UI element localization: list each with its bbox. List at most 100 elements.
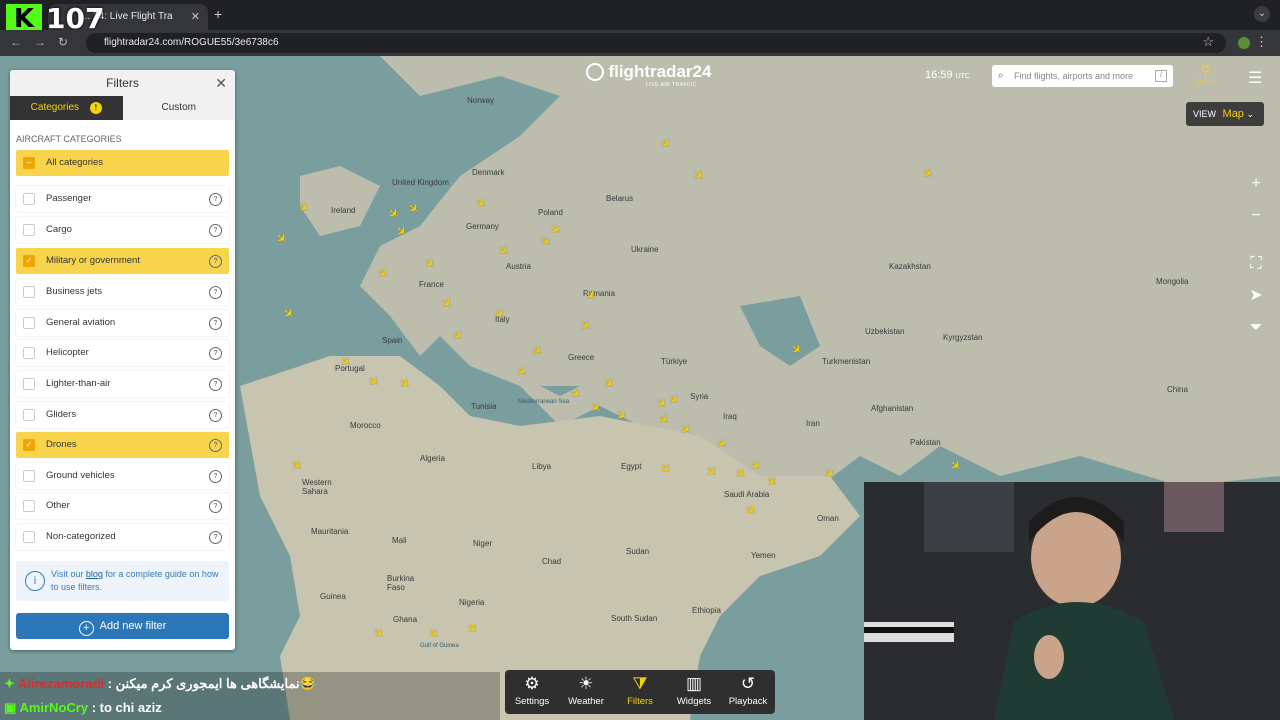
chat-message: ▣ AmirNoCry : to chi aziz xyxy=(0,696,500,720)
category-item[interactable]: Ground vehicles? xyxy=(16,463,229,489)
category-checkbox[interactable]: ✓ xyxy=(23,439,35,451)
category-label: Gliders xyxy=(46,409,77,420)
locate-icon[interactable]: ➤ xyxy=(1244,284,1268,308)
zoom-in-icon[interactable]: + xyxy=(1244,172,1268,196)
category-item[interactable]: General aviation? xyxy=(16,310,229,336)
category-checkbox[interactable] xyxy=(23,347,35,359)
category-checkbox[interactable]: – xyxy=(23,157,35,169)
category-item[interactable]: Cargo? xyxy=(16,217,229,243)
map-label: Ethiopia xyxy=(692,606,721,615)
toolbar-weather-button[interactable]: ☀ Weather xyxy=(559,670,613,714)
back-icon[interactable]: ← xyxy=(10,35,22,49)
category-item[interactable]: Gliders? xyxy=(16,402,229,428)
url-field[interactable]: flightradar24.com/ROGUE55/3e6738c6 xyxy=(86,33,1226,53)
map-label: Oman xyxy=(817,514,839,523)
help-icon[interactable]: ? xyxy=(209,286,222,299)
fr24-logo[interactable]: flightradar24 LIVE AIR TRAFFIC xyxy=(586,62,711,88)
filter-icon[interactable]: ⏷ xyxy=(1244,316,1268,340)
address-bar-row: ← → ↻ flightradar24.com/ROGUE55/3e6738c6… xyxy=(0,30,1280,56)
chat-username[interactable]: Alirezamoradi xyxy=(18,676,104,691)
map-label: Guinea xyxy=(320,592,346,601)
toolbar-settings-button[interactable]: ⚙ Settings xyxy=(505,670,559,714)
forward-icon[interactable]: → xyxy=(34,35,46,49)
category-checkbox[interactable] xyxy=(23,317,35,329)
browser-menu-icon[interactable]: ⋮ xyxy=(1255,34,1268,50)
gold-account-button[interactable]: ⚲ GOLD xyxy=(1196,62,1216,86)
chat-username[interactable]: AmirNoCry xyxy=(19,700,88,715)
help-icon[interactable]: ? xyxy=(209,378,222,391)
map-label: Afghanistan xyxy=(871,404,914,413)
filters-title: Filters xyxy=(106,76,139,90)
user-icon: ⚲ xyxy=(1200,62,1212,78)
tab-close-icon[interactable]: ✕ xyxy=(191,4,200,30)
category-checkbox[interactable] xyxy=(23,470,35,482)
reload-icon[interactable]: ↻ xyxy=(58,35,68,49)
category-item[interactable]: – All categories xyxy=(16,150,229,176)
tab-search-icon[interactable]: ⌄ xyxy=(1254,6,1270,22)
category-label: All categories xyxy=(46,157,104,168)
map-label: Mali xyxy=(392,536,407,545)
zoom-out-icon[interactable]: − xyxy=(1244,204,1268,228)
category-item[interactable]: Helicopter? xyxy=(16,340,229,366)
category-item[interactable]: Business jets? xyxy=(16,279,229,305)
toolbar-playback-button[interactable]: ↺ Playback xyxy=(721,670,775,714)
streamer-webcam xyxy=(864,482,1280,720)
view-selector[interactable]: VIEW Map ⌄ xyxy=(1186,102,1264,126)
map-label: Ireland xyxy=(331,206,356,215)
new-tab-button[interactable]: + xyxy=(214,6,222,22)
help-icon[interactable]: ? xyxy=(209,439,222,452)
logo-subtitle: LIVE AIR TRAFFIC xyxy=(646,82,697,88)
add-new-filter-button[interactable]: + Add new filter xyxy=(16,613,229,639)
category-item[interactable]: Passenger? xyxy=(16,186,229,212)
help-icon[interactable]: ? xyxy=(209,193,222,206)
gear-icon: ⚙ xyxy=(524,674,540,693)
map-label: Syria xyxy=(690,392,709,401)
playback-icon: ↺ xyxy=(740,674,756,693)
bookmark-star-icon[interactable]: ☆ xyxy=(1202,34,1214,50)
search-input[interactable]: ⌕ Find flights, airports and more / xyxy=(992,65,1173,87)
filters-help-box: i Visit our blog for a complete guide on… xyxy=(16,561,229,601)
help-icon[interactable]: ? xyxy=(209,500,222,513)
help-icon[interactable]: ? xyxy=(209,224,222,237)
category-checkbox[interactable] xyxy=(23,409,35,421)
category-checkbox[interactable] xyxy=(23,378,35,390)
category-checkbox[interactable] xyxy=(23,224,35,236)
help-icon[interactable]: ? xyxy=(209,470,222,483)
category-item[interactable]: ✓ Drones? xyxy=(16,432,229,458)
toolbar-label: Widgets xyxy=(676,696,712,707)
category-checkbox[interactable] xyxy=(23,193,35,205)
category-checkbox[interactable] xyxy=(23,500,35,512)
help-icon[interactable]: ? xyxy=(209,347,222,360)
map-label: Nigeria xyxy=(459,598,485,607)
category-checkbox[interactable]: ✓ xyxy=(23,255,35,267)
map-label: Austria xyxy=(506,262,531,271)
category-item[interactable]: ✓ Military or government? xyxy=(16,248,229,274)
toolbar-filters-button[interactable]: ⧩ Filters xyxy=(613,670,667,714)
toolbar-widgets-button[interactable]: ▥ Widgets xyxy=(667,670,721,714)
main-menu-icon[interactable]: ☰ xyxy=(1248,68,1262,88)
utc-clock: 16:59 UTC xyxy=(925,69,970,81)
map-label: Ukraine xyxy=(631,245,659,254)
category-item[interactable]: Other? xyxy=(16,493,229,519)
map-label: Kazakhstan xyxy=(889,262,931,271)
category-item[interactable]: Lighter-than-air? xyxy=(16,371,229,397)
close-icon[interactable]: ✕ xyxy=(215,70,227,96)
help-text: Visit our blog for a complete guide on h… xyxy=(51,568,221,594)
category-checkbox[interactable] xyxy=(23,286,35,298)
map-label: Yemen xyxy=(751,551,776,560)
help-icon[interactable]: ? xyxy=(209,317,222,330)
help-icon[interactable]: ? xyxy=(209,255,222,268)
browser-tab-bar: ... 24: Live Flight Tra ✕ + K 107 ⌄ xyxy=(0,0,1280,35)
category-item[interactable]: Non-categorized? xyxy=(16,524,229,550)
blog-link[interactable]: blog xyxy=(86,569,103,579)
chat-message: ✦ Alirezamoradi 😂نمایشگاهی ها ایمجوری کر… xyxy=(0,672,500,696)
help-icon[interactable]: ? xyxy=(209,531,222,544)
tab-categories[interactable]: Categories ! xyxy=(10,96,123,120)
fullscreen-icon[interactable]: ⛶ xyxy=(1244,252,1268,276)
extension-icon[interactable] xyxy=(1238,37,1250,49)
tab-custom[interactable]: Custom xyxy=(123,96,236,120)
category-checkbox[interactable] xyxy=(23,531,35,543)
map-label: Belarus xyxy=(606,194,634,203)
help-icon[interactable]: ? xyxy=(209,409,222,422)
gold-label: GOLD xyxy=(1196,79,1216,86)
